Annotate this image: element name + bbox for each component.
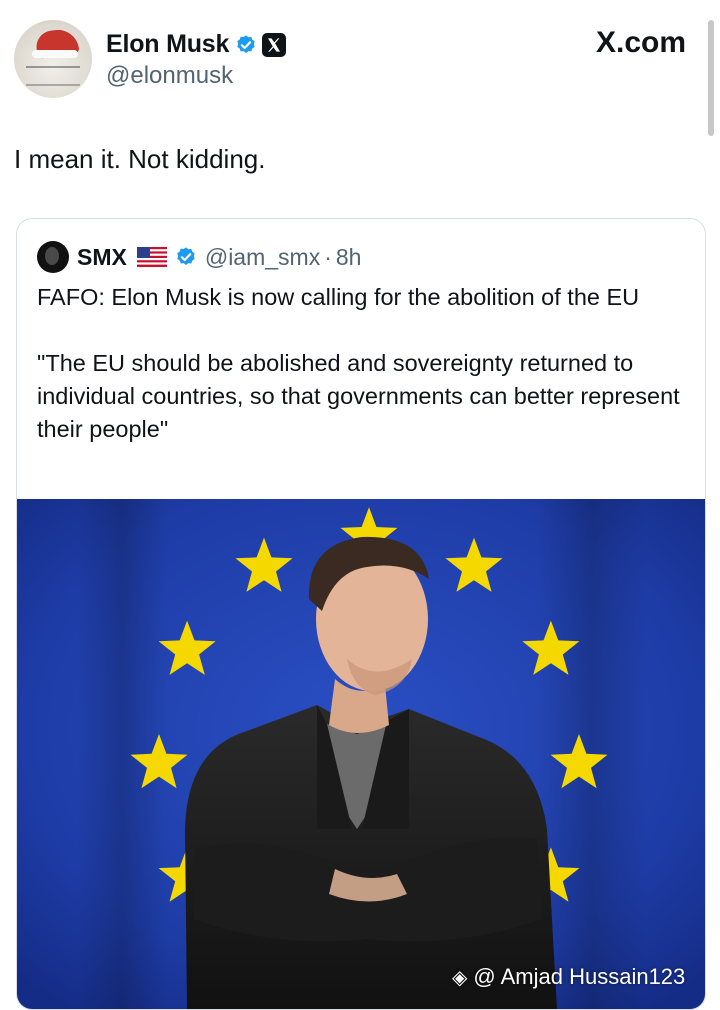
watermark-text: @ Amjad Hussain123 <box>473 964 686 989</box>
x-logo-icon <box>262 32 287 57</box>
santa-hat-trim <box>32 50 78 58</box>
verified-badge-icon <box>177 247 195 265</box>
quoted-tweet-time[interactable]: 8h <box>336 244 362 271</box>
quoted-tweet-image[interactable] <box>17 499 705 1009</box>
quoted-tweet-line-2: "The EU should be abolished and sovereig… <box>37 350 680 442</box>
quoted-author-avatar[interactable] <box>37 241 69 273</box>
eu-flag-portrait-image <box>17 499 705 1009</box>
binance-logo-icon: ◈ <box>452 966 468 989</box>
quoted-tweet[interactable]: SMX @iam_smx · 8h FAFO: Elon Musk is now… <box>16 218 706 1010</box>
author-name-row: Elon Musk <box>106 30 287 59</box>
quoted-author-handle[interactable]: @iam_smx <box>205 244 320 271</box>
quoted-tweet-line-1: FAFO: Elon Musk is now calling for the a… <box>37 284 640 310</box>
site-label: X.com <box>595 26 686 59</box>
us-flag-icon <box>136 247 167 267</box>
tweet-text: I mean it. Not kidding. <box>14 144 266 174</box>
author-avatar[interactable] <box>14 20 92 98</box>
separator-dot: · <box>324 243 332 270</box>
quoted-tweet-text: FAFO: Elon Musk is now calling for the a… <box>37 281 687 446</box>
scrollbar[interactable] <box>708 20 714 136</box>
avatar-sketch <box>26 66 80 86</box>
tweet-header: Elon Musk @elonmusk X.com <box>0 0 720 136</box>
author-handle[interactable]: @elonmusk <box>106 62 233 90</box>
quoted-tweet-header: SMX @iam_smx · 8h <box>37 241 361 273</box>
watermark: ◈ @ Amjad Hussain123 <box>452 964 685 990</box>
author-name[interactable]: Elon Musk <box>106 30 229 59</box>
quoted-author-name[interactable]: SMX <box>77 244 127 271</box>
verified-badge-icon <box>237 34 255 53</box>
